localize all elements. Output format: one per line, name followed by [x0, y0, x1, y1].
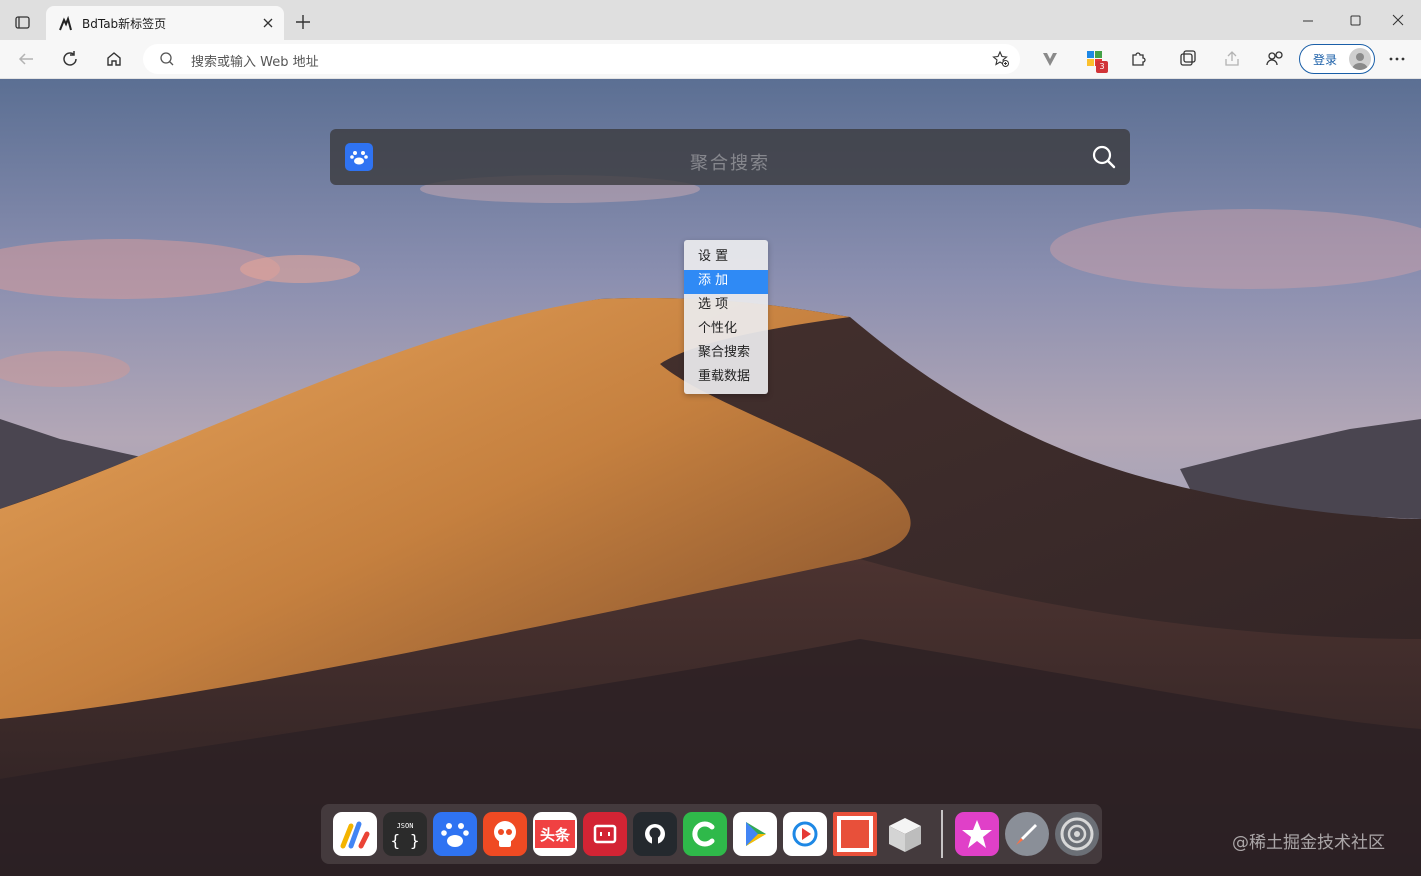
search-bar[interactable]: 聚合搜索	[330, 129, 1130, 185]
dock-item-skull[interactable]	[483, 812, 527, 856]
tab-strip: BdTab新标签页	[0, 0, 1421, 40]
dock-item-video[interactable]	[783, 812, 827, 856]
avatar	[1349, 48, 1371, 70]
browser-toolbar: 搜索或输入 Web 地址 3 登录	[0, 40, 1421, 79]
new-tab-icon[interactable]	[291, 10, 315, 34]
collections-icon[interactable]	[1174, 45, 1202, 73]
window-close-icon[interactable]	[1375, 6, 1421, 36]
extension-badge: 3	[1096, 61, 1108, 73]
profile-sync-icon[interactable]	[1260, 45, 1288, 73]
address-placeholder: 搜索或输入 Web 地址	[191, 55, 319, 70]
more-options-icon[interactable]	[1383, 45, 1411, 73]
home-icon[interactable]	[100, 45, 128, 73]
close-icon[interactable]	[260, 15, 276, 31]
rocket-icon	[1016, 824, 1037, 845]
dock-item-toutiao[interactable]: 头条	[533, 812, 577, 856]
bilibili-icon	[593, 824, 617, 844]
c-icon	[692, 821, 715, 847]
context-menu-item-add[interactable]: 添 加	[684, 270, 768, 294]
search-icon[interactable]	[1090, 143, 1118, 171]
maximize-icon[interactable]	[1332, 6, 1378, 36]
star-icon	[962, 820, 992, 848]
app-dock: JSON { } 头条	[321, 804, 1102, 864]
signin-button[interactable]: 登录	[1299, 44, 1375, 74]
context-menu-item-personalize[interactable]: 个性化	[684, 318, 768, 342]
svg-text:JSON: JSON	[397, 822, 414, 830]
context-menu-item-reload-data[interactable]: 重载数据	[684, 366, 768, 390]
play-icon	[746, 822, 766, 846]
cube-icon	[889, 818, 921, 852]
new-tab-page: 聚合搜索 设 置 添 加 选 项 个性化 聚合搜索 重载数据 JSON { }	[0, 79, 1421, 876]
signin-label: 登录	[1313, 53, 1338, 67]
dock-item-red-square[interactable]	[833, 812, 877, 856]
video-icon	[792, 821, 818, 847]
json-icon: JSON { }	[391, 822, 420, 850]
address-bar[interactable]: 搜索或输入 Web 地址	[143, 44, 1020, 74]
back-icon[interactable]	[12, 45, 40, 73]
search-placeholder: 聚合搜索	[690, 153, 770, 174]
share-icon[interactable]	[1218, 45, 1246, 73]
tab-actions-icon	[15, 16, 30, 29]
dock-item-bdtab[interactable]	[333, 812, 377, 856]
svg-text:{ }: { }	[391, 831, 420, 850]
dock-item-star[interactable]	[955, 812, 999, 856]
dock-separator	[941, 810, 943, 858]
tab-title: BdTab新标签页	[82, 17, 167, 31]
github-icon	[645, 824, 665, 844]
dock-item-bilibili[interactable]	[583, 812, 627, 856]
add-favorite-icon[interactable]	[992, 50, 1010, 68]
dock-item-play[interactable]	[733, 812, 777, 856]
dock-item-c[interactable]	[683, 812, 727, 856]
dock-item-json[interactable]: JSON { }	[383, 812, 427, 856]
dock-item-github[interactable]	[633, 812, 677, 856]
context-menu-item-settings[interactable]: 设 置	[684, 246, 768, 270]
toutiao-label: 头条	[539, 826, 570, 844]
tab-bdtab[interactable]: BdTab新标签页	[46, 6, 284, 40]
extensions-icon[interactable]	[1124, 45, 1152, 73]
context-menu-item-aggregate-search[interactable]: 聚合搜索	[684, 342, 768, 366]
red-square-icon	[837, 816, 873, 852]
v-extension-icon[interactable]	[1036, 45, 1064, 73]
bdtab-icon	[340, 821, 370, 849]
search-icon	[160, 52, 174, 66]
dock-item-cube[interactable]	[883, 812, 927, 856]
bdtab-favicon-icon	[59, 16, 72, 31]
skull-icon	[494, 821, 516, 847]
baidu-icon	[441, 823, 469, 847]
context-menu: 设 置 添 加 选 项 个性化 聚合搜索 重载数据	[684, 240, 768, 394]
minimize-icon[interactable]	[1285, 6, 1331, 36]
dock-item-rocket[interactable]	[1005, 812, 1049, 856]
refresh-icon[interactable]	[56, 45, 84, 73]
settings-icon	[1060, 817, 1094, 851]
tab-actions-button[interactable]	[8, 8, 36, 36]
dock-item-settings[interactable]	[1055, 812, 1099, 856]
desert-wallpaper	[0, 79, 1421, 876]
context-menu-item-options[interactable]: 选 项	[684, 294, 768, 318]
dock-item-baidu[interactable]	[433, 812, 477, 856]
user-icon	[1352, 53, 1368, 70]
watermark: @稀土掘金技术社区	[1232, 833, 1385, 853]
